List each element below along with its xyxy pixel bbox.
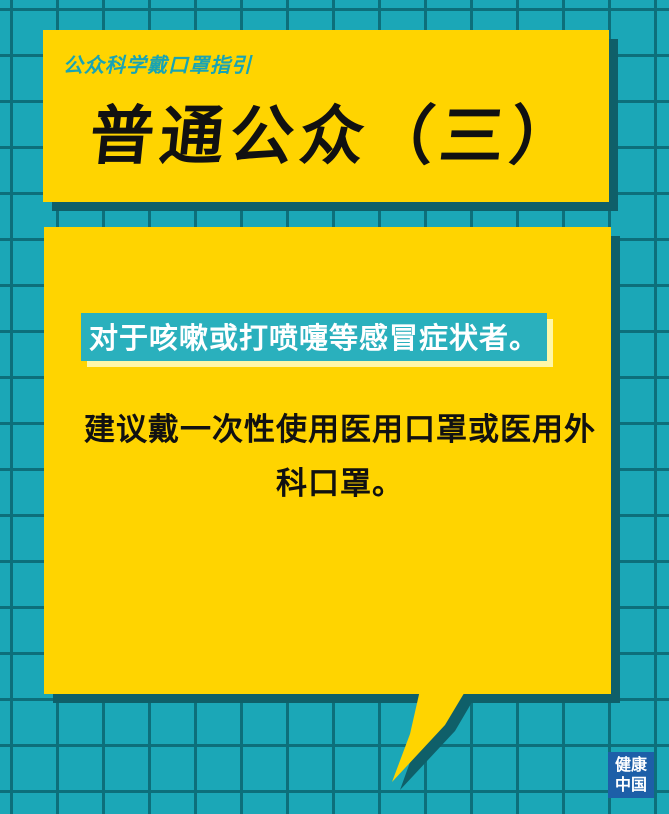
highlight-box: 对于咳嗽或打喷嚏等感冒症状者。	[81, 313, 548, 361]
logo-line-2: 中国	[614, 775, 647, 794]
highlight-text: 对于咳嗽或打喷嚏等感冒症状者。	[89, 321, 540, 355]
advice-text: 建议戴一次性使用医用口罩或医用外科口罩。	[84, 412, 596, 502]
page-title: 普通公众（三）	[86, 100, 584, 174]
logo-line-1: 健康	[614, 755, 647, 774]
health-china-logo: 健康 中国	[608, 752, 654, 798]
subtitle: 公众科学戴口罩指引	[63, 53, 252, 77]
